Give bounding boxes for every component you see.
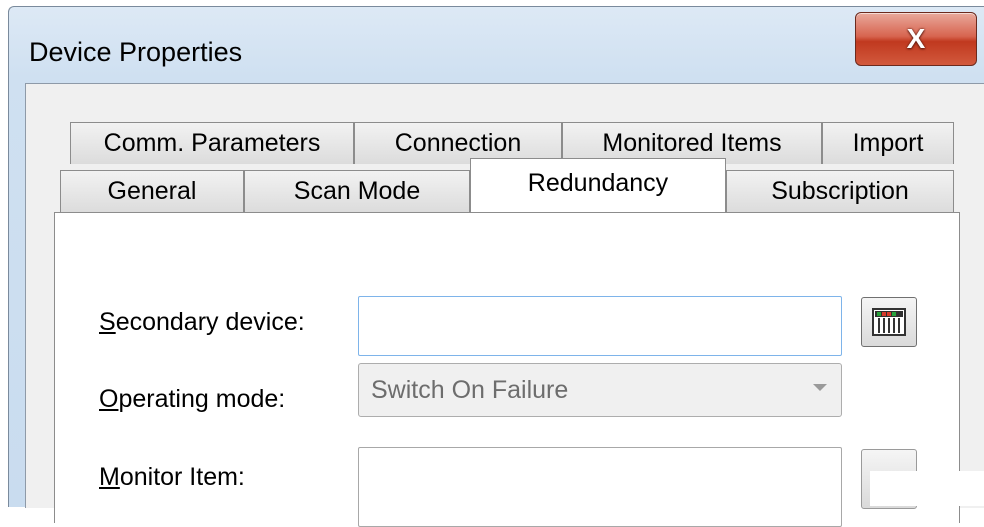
tab-label: Monitored Items: [602, 129, 782, 157]
monitor-item-label: Monitor Item:: [99, 463, 245, 491]
operating-mode-value: Switch On Failure: [371, 375, 569, 404]
tab-label: Subscription: [771, 177, 909, 205]
redundancy-panel: Secondary device: Operating mode: Switch…: [54, 212, 960, 527]
device-properties-window: Device Properties X Comm. Parameters Con…: [8, 6, 984, 527]
dialog-client-area: Comm. Parameters Connection Monitored It…: [25, 83, 984, 527]
operating-mode-select[interactable]: Switch On Failure: [358, 363, 842, 417]
chevron-down-icon: [813, 384, 827, 391]
tab-redundancy[interactable]: Redundancy: [470, 158, 726, 212]
tab-general[interactable]: General: [60, 170, 244, 212]
window-title: Device Properties: [29, 37, 243, 67]
secondary-device-browse-button[interactable]: [861, 297, 917, 347]
tab-label: Comm. Parameters: [103, 129, 321, 157]
secondary-device-input[interactable]: [358, 296, 842, 356]
tab-scan-mode[interactable]: Scan Mode: [244, 170, 470, 212]
crop-mask: [870, 471, 984, 506]
tab-comm-parameters[interactable]: Comm. Parameters: [70, 122, 354, 164]
operating-mode-label: Operating mode:: [99, 385, 286, 413]
tab-label: Redundancy: [527, 169, 669, 197]
monitor-item-input[interactable]: [358, 447, 842, 527]
device-browse-icon: [872, 308, 906, 336]
tab-label: Import: [852, 129, 924, 157]
secondary-device-label: Secondary device:: [99, 308, 305, 336]
tab-import[interactable]: Import: [822, 122, 954, 164]
tab-label: Scan Mode: [293, 177, 421, 205]
close-x-icon: X: [906, 23, 926, 54]
tab-label: General: [107, 177, 197, 205]
tab-label: Connection: [394, 129, 522, 157]
tab-subscription[interactable]: Subscription: [726, 170, 954, 212]
close-button[interactable]: X: [855, 12, 977, 66]
